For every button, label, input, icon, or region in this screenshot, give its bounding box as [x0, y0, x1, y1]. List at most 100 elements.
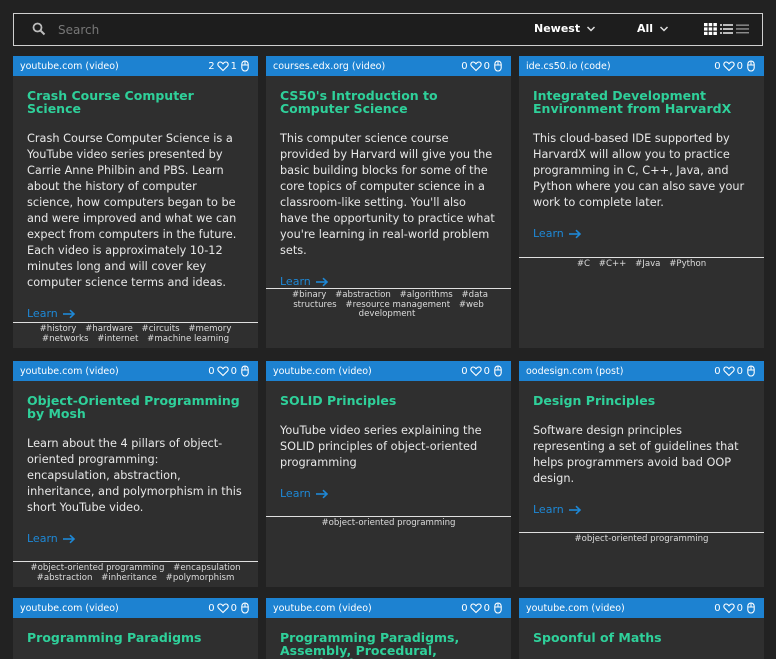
compact-view-icon[interactable] [736, 23, 749, 35]
card-header: youtube.com (video) 0 0 [13, 361, 258, 381]
learn-label: Learn [280, 487, 311, 500]
tag[interactable]: #abstraction [335, 290, 391, 300]
heart-icon[interactable] [722, 602, 735, 614]
card-description: YouTube video series explaining the SOLI… [280, 424, 482, 469]
toolbar: Newest All [13, 13, 763, 46]
tag[interactable]: #circuits [142, 324, 180, 334]
heart-icon[interactable] [722, 365, 735, 377]
learn-label: Learn [27, 532, 58, 545]
card-stats: 00 [208, 602, 251, 614]
card-description: Software design principles representing … [533, 424, 739, 485]
heart-icon[interactable] [216, 602, 229, 614]
click-count: 0 [230, 602, 237, 614]
tag[interactable]: #networks [42, 334, 89, 344]
resource-card[interactable]: youtube.com (video) 0 0 SOLID Principles You… [266, 361, 511, 587]
tag[interactable]: #memory [188, 324, 231, 334]
heart-icon[interactable] [216, 365, 229, 377]
heart-icon[interactable] [469, 365, 482, 377]
tag[interactable]: #Python [669, 259, 706, 269]
click-count: 0 [483, 60, 490, 72]
search-input[interactable] [58, 19, 358, 41]
heart-icon[interactable] [722, 60, 735, 72]
list-view-icon[interactable] [720, 23, 733, 35]
card-title[interactable]: Object-Oriented Programming by Mosh [27, 394, 244, 420]
tag[interactable]: #object-oriented programming [30, 563, 164, 573]
tag[interactable]: #algorithms [400, 290, 453, 300]
click-count: 1 [230, 60, 237, 72]
resource-card[interactable]: youtube.com (video) 0 0 Programming Paradig… [266, 598, 511, 659]
card-stats: 00 [461, 602, 504, 614]
like-count: 0 [461, 365, 468, 377]
learn-link[interactable]: Learn [533, 227, 750, 240]
resource-card[interactable]: youtube.com (video) 2 1 Crash Course Comput… [13, 56, 258, 348]
tag[interactable]: #abstraction [37, 573, 93, 583]
like-count: 2 [208, 60, 215, 72]
like-count: 0 [714, 60, 721, 72]
card-title[interactable]: Spoonful of Maths [533, 631, 750, 644]
card-tags: #object-oriented programming [266, 516, 511, 531]
card-source: oodesign.com (post) [526, 365, 624, 377]
card-title[interactable]: Design Principles [533, 394, 750, 407]
mouse-click-icon [241, 602, 249, 614]
heart-icon[interactable] [469, 60, 482, 72]
mouse-click-icon [241, 365, 249, 377]
learn-link[interactable]: Learn [280, 487, 497, 500]
filter-dropdown[interactable]: All [637, 22, 669, 35]
grid-view-icon[interactable] [704, 23, 717, 35]
card-header: youtube.com (video) 0 0 [519, 598, 764, 618]
resource-card[interactable]: courses.edx.org (video) 0 0 CS50's Introduc… [266, 56, 511, 348]
tag[interactable]: #object-oriented programming [574, 534, 708, 544]
card-description: This computer science course provided by… [280, 132, 495, 257]
card-header: youtube.com (video) 0 0 [13, 598, 258, 618]
card-title[interactable]: Programming Paradigms [27, 631, 244, 644]
tag[interactable]: #binary [292, 290, 326, 300]
card-body: Design Principles Software design princip… [519, 381, 764, 516]
tag[interactable]: #C++ [599, 259, 627, 269]
card-tags: #C #C++ #Java #Python [519, 257, 764, 272]
card-source: youtube.com (video) [273, 365, 372, 377]
card-stats: 00 [461, 60, 504, 72]
tag[interactable]: #hardware [85, 324, 133, 334]
resource-card[interactable]: ide.cs50.io (code) 0 0 Integrated Developme… [519, 56, 764, 348]
tag[interactable]: #resource management [345, 300, 450, 310]
learn-link[interactable]: Learn [280, 275, 497, 288]
sort-dropdown[interactable]: Newest [534, 22, 596, 35]
card-source: youtube.com (video) [20, 60, 119, 72]
card-title[interactable]: CS50's Introduction to Computer Science [280, 89, 497, 115]
learn-label: Learn [280, 275, 311, 288]
tag[interactable]: #internet [97, 334, 138, 344]
tag[interactable]: #Java [635, 259, 660, 269]
resource-card[interactable]: youtube.com (video) 0 0 Spoonful of Maths [519, 598, 764, 659]
tag[interactable]: #history [40, 324, 77, 334]
tag[interactable]: #polymorphism [166, 573, 235, 583]
like-count: 0 [714, 365, 721, 377]
card-source: youtube.com (video) [20, 602, 119, 614]
card-header: youtube.com (video) 0 0 [266, 598, 511, 618]
arrow-right-icon [568, 505, 581, 514]
card-tags: #history #hardware #circuits #memory #ne… [13, 322, 258, 346]
resource-card[interactable]: oodesign.com (post) 0 0 Design Principles So… [519, 361, 764, 587]
card-title[interactable]: SOLID Principles [280, 394, 497, 407]
card-title[interactable]: Programming Paradigms, Assembly, Procedu… [280, 631, 497, 659]
resource-card[interactable]: youtube.com (video) 0 0 Programming Paradig… [13, 598, 258, 659]
tag[interactable]: #inheritance [101, 573, 157, 583]
click-count: 0 [736, 60, 743, 72]
card-title[interactable]: Integrated Development Environment from … [533, 89, 750, 115]
card-title[interactable]: Crash Course Computer Science [27, 89, 244, 115]
mouse-click-icon [747, 60, 755, 72]
heart-icon[interactable] [216, 60, 229, 72]
heart-icon[interactable] [469, 602, 482, 614]
like-count: 0 [714, 602, 721, 614]
resource-card[interactable]: youtube.com (video) 0 0 Object-Oriented Pro… [13, 361, 258, 587]
tag[interactable]: #encapsulation [173, 563, 240, 573]
learn-link[interactable]: Learn [533, 503, 750, 516]
arrow-right-icon [62, 534, 75, 543]
tag[interactable]: #object-oriented programming [321, 518, 455, 528]
tag[interactable]: #machine learning [147, 334, 229, 344]
learn-link[interactable]: Learn [27, 307, 244, 320]
mouse-click-icon [494, 60, 502, 72]
learn-link[interactable]: Learn [27, 532, 244, 545]
like-count: 0 [208, 365, 215, 377]
click-count: 0 [483, 602, 490, 614]
tag[interactable]: #C [577, 259, 590, 269]
